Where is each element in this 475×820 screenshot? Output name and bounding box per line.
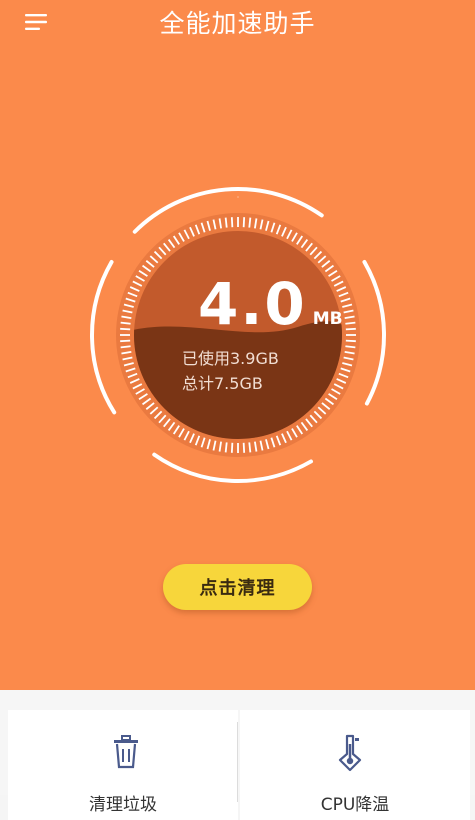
feature-divider [237, 722, 238, 802]
memory-value-number: 4.0 [198, 270, 307, 338]
gauge-arc [90, 260, 117, 415]
gauge-tick [120, 345, 131, 349]
memory-total-label: 总计7.5GB [182, 374, 263, 393]
hero-panel: 全能加速助手 4.0 MB 已使用3.9GB 总计7.5GB 点击清理 [0, 0, 475, 690]
gauge-tick [224, 217, 228, 228]
feature-label-clean-junk: 清理垃圾 [89, 795, 157, 815]
gauge-tick [345, 321, 356, 325]
memory-value-unit: MB [312, 309, 343, 329]
trash-icon [114, 735, 138, 769]
memory-used-label: 已使用3.9GB [182, 349, 279, 368]
gauge-tick [345, 345, 356, 349]
clean-button[interactable]: 点击清理 [163, 564, 312, 610]
gauge-tick [242, 442, 246, 453]
gauge-arc [152, 452, 313, 483]
memory-value: 4.0 MB [198, 270, 343, 338]
gauge-tick [248, 217, 252, 228]
gauge-tick [120, 321, 131, 325]
thermometer-icon [338, 734, 362, 772]
gauge-tick [230, 217, 234, 228]
feature-bar: 清理垃圾 CPU降温 [0, 690, 475, 820]
feature-cpu-cooling[interactable]: CPU降温 [240, 710, 470, 820]
gauge-tick [248, 442, 252, 453]
gauge-tick [230, 442, 234, 453]
gauge-tick [345, 339, 356, 343]
gauge-tick [345, 327, 356, 331]
gauge-tick [120, 327, 131, 331]
gauge-arc [362, 260, 386, 406]
feature-clean-junk[interactable]: 清理垃圾 [8, 710, 238, 820]
feature-label-cpu-cooling: CPU降温 [320, 795, 390, 815]
gauge-tick [120, 339, 131, 343]
gauge-tick [224, 442, 228, 453]
top-bar: 全能加速助手 [0, 0, 475, 44]
gauge-tick [242, 217, 246, 228]
page-title: 全能加速助手 [159, 9, 316, 38]
